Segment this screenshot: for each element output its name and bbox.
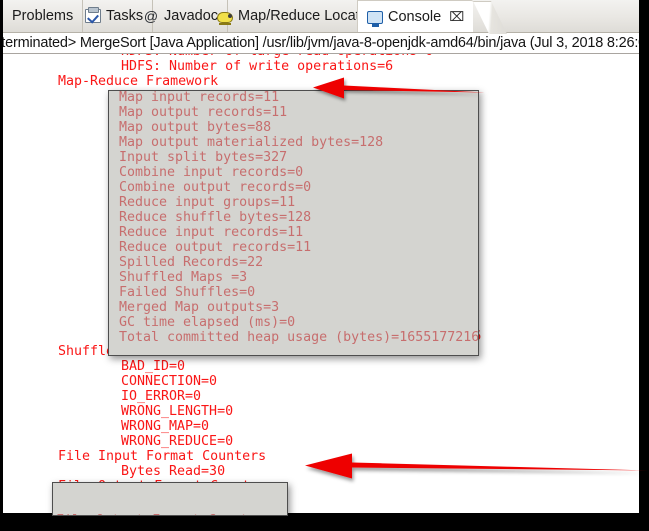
console-line: WRONG_MAP=0: [121, 419, 210, 434]
tasks-icon: [85, 7, 101, 23]
javadoc-at-icon: @: [143, 7, 159, 24]
arrow-map-reduce-framework-icon: [313, 77, 485, 99]
console-line: IO_ERROR=0: [121, 389, 202, 404]
console-line: WRONG_LENGTH=0: [121, 404, 234, 419]
close-icon[interactable]: ⌧: [449, 10, 464, 23]
overlay-line: Merged Map outputs=3: [119, 300, 280, 315]
overlay-line: Map output records=11: [119, 105, 288, 120]
launch-status-text: <terminated> MergeSort [Java Application…: [3, 35, 639, 51]
overlay-map-reduce-framework-counters: Map input records=11 Map output records=1…: [108, 90, 479, 356]
tab-console-label: Console: [388, 8, 442, 25]
console-icon: [367, 10, 383, 27]
overlay-line: Combine output records=0: [119, 180, 312, 195]
overlay-line: Combine input records=0: [119, 165, 304, 180]
overlay-line: Input split bytes=327: [119, 150, 288, 165]
console-line: CONNECTION=0: [121, 374, 218, 389]
tab-problems-label: Problems: [12, 8, 74, 24]
overlay-line: GC time elapsed (ms)=0: [119, 315, 296, 330]
overlay-line: Map output materialized bytes=128: [119, 135, 384, 150]
tab-console[interactable]: Console ⌧: [357, 0, 474, 32]
overlay-line: Map output bytes=88: [119, 120, 272, 135]
launch-status-line: <terminated> MergeSort [Java Application…: [3, 33, 639, 54]
overlay-line: Spilled Records=22: [119, 255, 264, 270]
overlay-map-reduce-lines: Map input records=11 Map output records=1…: [119, 91, 479, 345]
console-line: WRONG_REDUCE=0: [121, 434, 234, 449]
view-tab-bar: Problems Tasks @ Javadoc Map/Reduce Loca…: [3, 0, 639, 33]
overlay-file-output-header: File Output Format Counters: [56, 513, 272, 515]
tab-javadoc-label: Javadoc: [164, 8, 219, 24]
tab-tasks-label: Tasks: [106, 8, 144, 24]
console-line: HDFS: Number of write operations=6: [121, 59, 394, 74]
overlay-line: Reduce input records=11: [119, 225, 304, 240]
overlay-line: Shuffled Maps =3: [119, 270, 248, 285]
arrow-bytes-read-icon: [305, 453, 648, 479]
console-line: BAD_ID=0: [121, 359, 186, 374]
eclipse-console-window: Problems Tasks @ Javadoc Map/Reduce Loca…: [0, 0, 649, 531]
overlay-file-output-format-counters: File Output Format Counters Bytes Writte…: [52, 482, 288, 516]
overlay-line: Reduce shuffle bytes=128: [119, 210, 312, 225]
elephant-icon: [217, 11, 233, 25]
overlay-line: Reduce output records=11: [119, 240, 312, 255]
overlay-line: Failed Shuffles=0: [119, 285, 256, 300]
overlay-line: Reduce input groups=11: [119, 195, 296, 210]
overlay-line: Total committed heap usage (bytes)=16551…: [119, 330, 479, 345]
tab-problems[interactable]: Problems: [3, 0, 84, 32]
overlay-file-output-lines: File Output Format Counters Bytes Writte…: [56, 483, 272, 515]
